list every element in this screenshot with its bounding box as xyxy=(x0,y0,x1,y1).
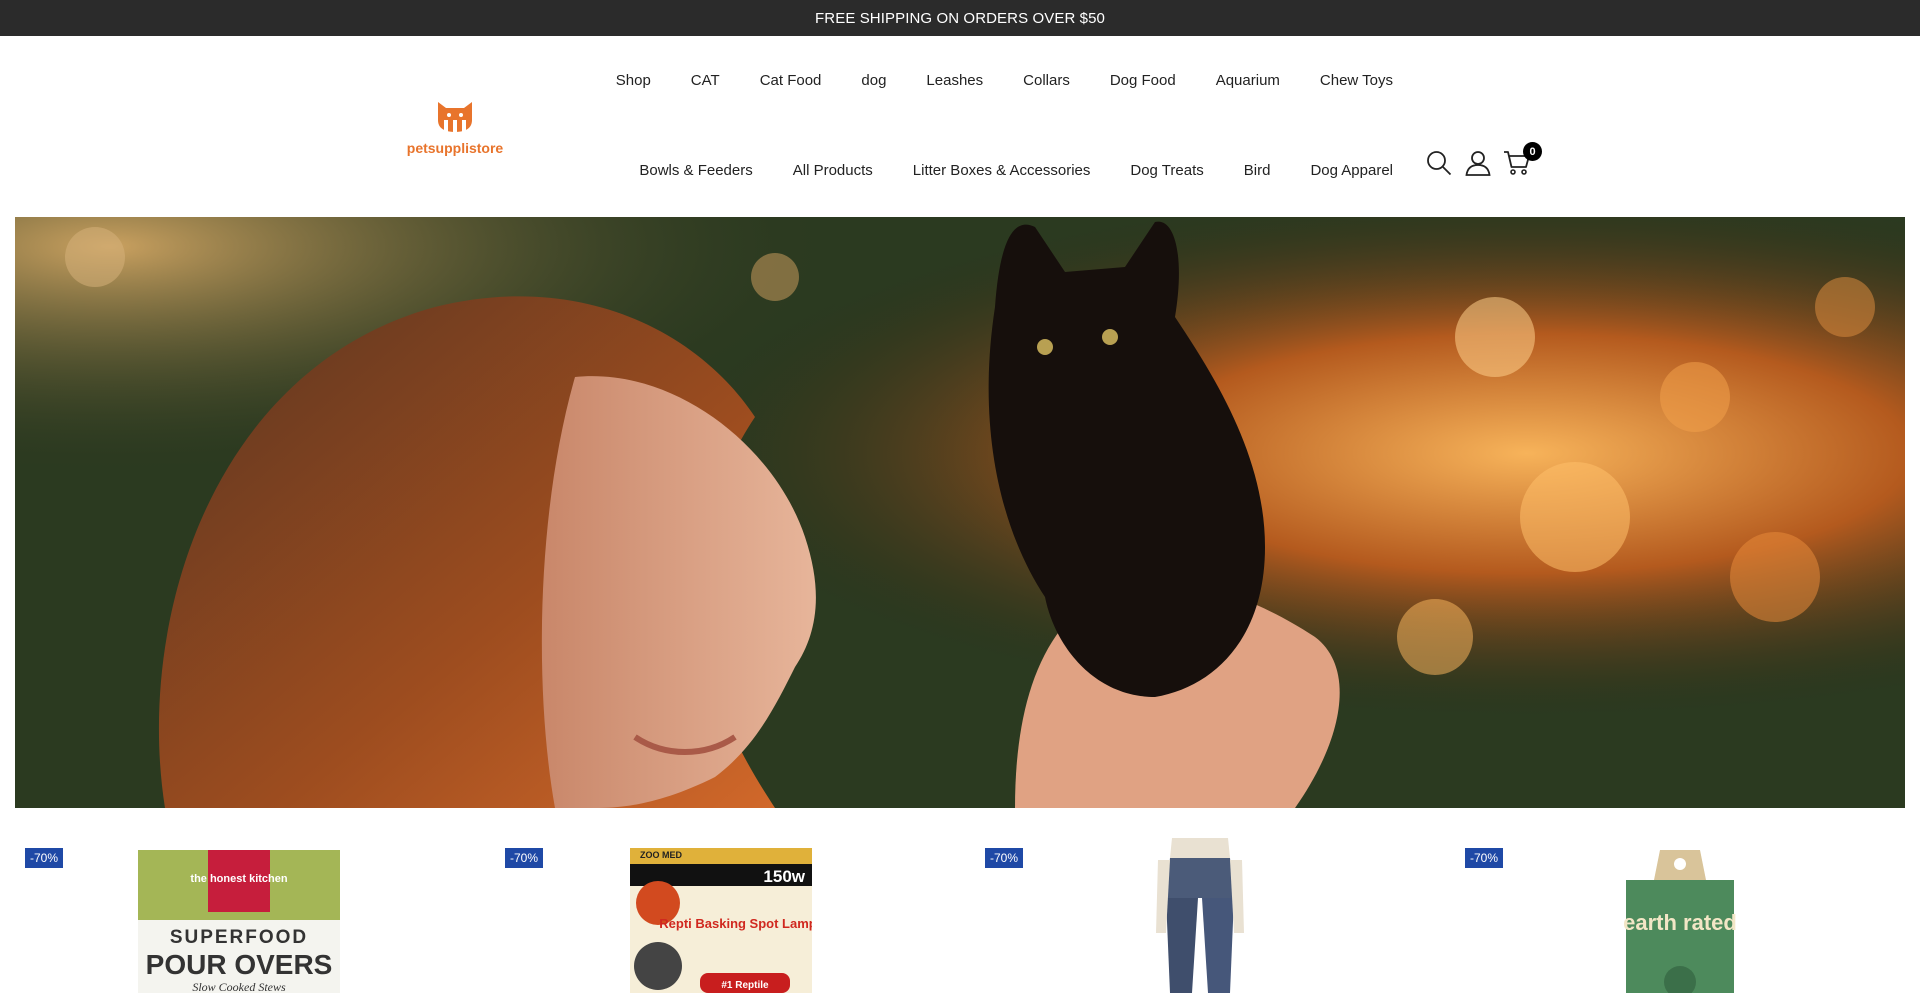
discount-badge: -70% xyxy=(1465,848,1504,868)
brand-text: earth rated xyxy=(1623,910,1737,935)
discount-badge: -70% xyxy=(985,848,1024,868)
search-icon[interactable] xyxy=(1424,148,1454,178)
product-line-1: SUPERFOOD xyxy=(170,927,308,948)
logo-text: petsupplistore xyxy=(406,140,504,156)
nav-item-shop[interactable]: Shop xyxy=(616,71,651,91)
nav-item-aquarium[interactable]: Aquarium xyxy=(1216,71,1280,91)
announcement-text: FREE SHIPPING ON ORDERS OVER $50 xyxy=(815,9,1105,27)
product-grid: -70% the honest kitchen SUPERFOOD POUR O… xyxy=(0,808,1920,993)
main-nav-row-2: Bowls & Feeders All Products Litter Boxe… xyxy=(639,161,1393,181)
nav-item-chew-toys[interactable]: Chew Toys xyxy=(1320,71,1393,91)
product-image[interactable]: earth rated xyxy=(1620,850,1740,993)
product-image[interactable]: ZOO MED 150w Repti Basking Spot Lamp #1 … xyxy=(630,848,812,993)
nav-item-dog-food[interactable]: Dog Food xyxy=(1110,71,1176,91)
header-icons: 0 xyxy=(1424,142,1542,178)
nav-item-dog-treats[interactable]: Dog Treats xyxy=(1130,161,1203,181)
product-tag: #1 Reptile xyxy=(721,980,769,991)
product-card[interactable]: -70% the honest kitchen SUPERFOOD POUR O… xyxy=(0,808,480,993)
cart-icon[interactable]: 0 xyxy=(1502,142,1542,178)
product-image[interactable] xyxy=(1130,838,1270,993)
announcement-bar: FREE SHIPPING ON ORDERS OVER $50 xyxy=(0,0,1920,36)
nav-item-all-products[interactable]: All Products xyxy=(793,161,873,181)
nav-item-collars[interactable]: Collars xyxy=(1023,71,1070,91)
site-logo[interactable]: petsupplistore xyxy=(380,98,530,198)
brand-text: the honest kitchen xyxy=(190,873,287,885)
site-header: petsupplistore Shop CAT Cat Food dog Lea… xyxy=(0,36,1920,216)
nav-item-dog[interactable]: dog xyxy=(861,71,886,91)
wattage-text: 150w xyxy=(763,867,805,886)
nav-item-litter-boxes[interactable]: Litter Boxes & Accessories xyxy=(913,161,1091,181)
nav-item-bird[interactable]: Bird xyxy=(1244,161,1271,181)
brand-text: ZOO MED xyxy=(640,850,682,860)
main-nav-row-1: Shop CAT Cat Food dog Leashes Collars Do… xyxy=(616,71,1393,91)
product-image[interactable]: the honest kitchen SUPERFOOD POUR OVERS … xyxy=(138,850,340,993)
nav-item-leashes[interactable]: Leashes xyxy=(926,71,983,91)
product-title: Repti Basking Spot Lamp xyxy=(659,916,812,931)
cart-count-badge: 0 xyxy=(1523,142,1542,161)
nav-item-dog-apparel[interactable]: Dog Apparel xyxy=(1310,161,1393,181)
cat-logo-icon xyxy=(438,102,472,132)
product-card[interactable]: -70% ZOO MED 150w Repti Basking Spot Lam… xyxy=(480,808,960,993)
product-line-3: Slow Cooked Stews xyxy=(192,980,286,993)
nav-item-bowls-feeders[interactable]: Bowls & Feeders xyxy=(639,161,752,181)
discount-badge: -70% xyxy=(505,848,544,868)
nav-item-cat[interactable]: CAT xyxy=(691,71,720,91)
product-card[interactable]: -70% xyxy=(960,808,1440,993)
product-line-2: POUR OVERS xyxy=(146,949,333,980)
account-icon[interactable] xyxy=(1463,148,1493,178)
discount-badge: -70% xyxy=(25,848,64,868)
product-card[interactable]: -70% earth rated xyxy=(1440,808,1920,993)
hero-image xyxy=(15,217,1905,808)
hero-banner[interactable] xyxy=(15,217,1905,808)
nav-item-cat-food[interactable]: Cat Food xyxy=(760,71,822,91)
